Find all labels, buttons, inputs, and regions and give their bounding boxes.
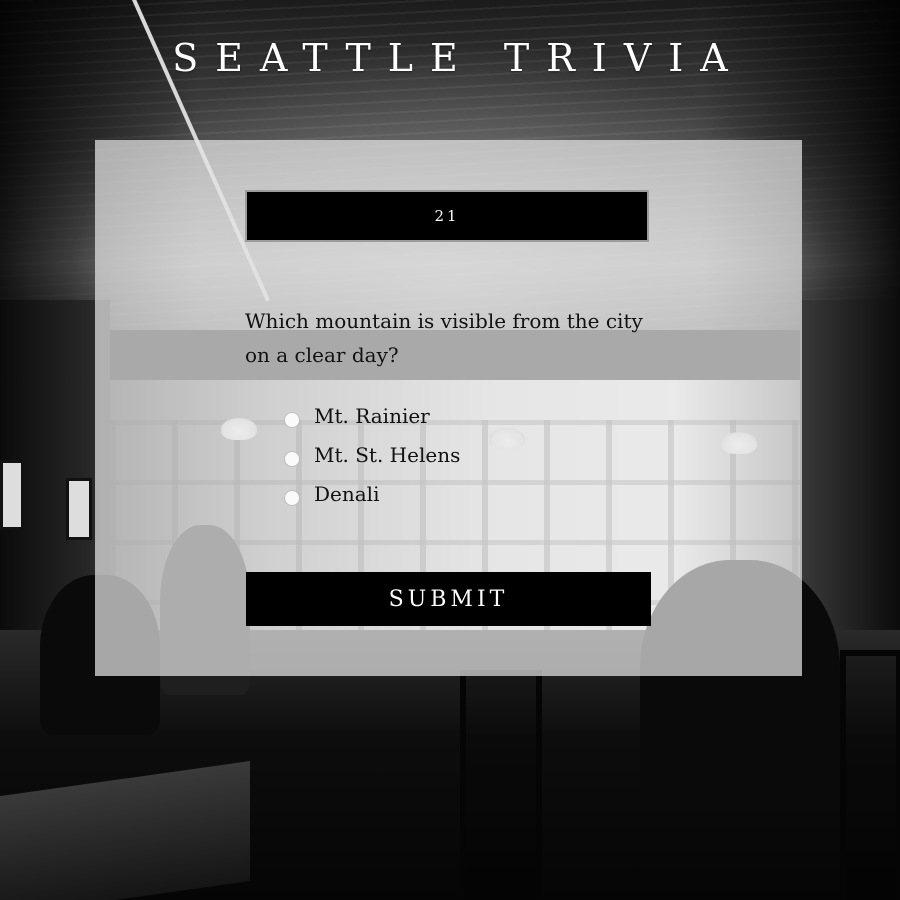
wall-picture-frame: [0, 460, 24, 530]
quiz-card: 21 Which mountain is visible from the ci…: [95, 140, 802, 676]
answer-option-label: Mt. Rainier: [314, 403, 430, 428]
submit-button[interactable]: SUBMIT: [246, 572, 651, 626]
score-value: 21: [434, 207, 460, 225]
answer-option[interactable]: Denali: [284, 474, 584, 513]
answer-option-label: Denali: [314, 481, 380, 506]
answer-option-label: Mt. St. Helens: [314, 442, 461, 467]
answer-option[interactable]: Mt. Rainier: [284, 396, 584, 435]
radio-button[interactable]: [284, 489, 300, 506]
radio-button[interactable]: [284, 411, 300, 428]
answer-option[interactable]: Mt. St. Helens: [284, 435, 584, 474]
chair: [460, 670, 542, 900]
question-text: Which mountain is visible from the city …: [245, 309, 643, 367]
radio-button[interactable]: [284, 450, 300, 467]
score-display: 21: [245, 190, 649, 242]
answer-options: Mt. Rainier Mt. St. Helens Denali: [284, 396, 584, 513]
page-title: SEATTLE TRIVIA: [172, 36, 745, 80]
chair: [840, 650, 900, 900]
wall-picture-frame: [66, 478, 92, 540]
